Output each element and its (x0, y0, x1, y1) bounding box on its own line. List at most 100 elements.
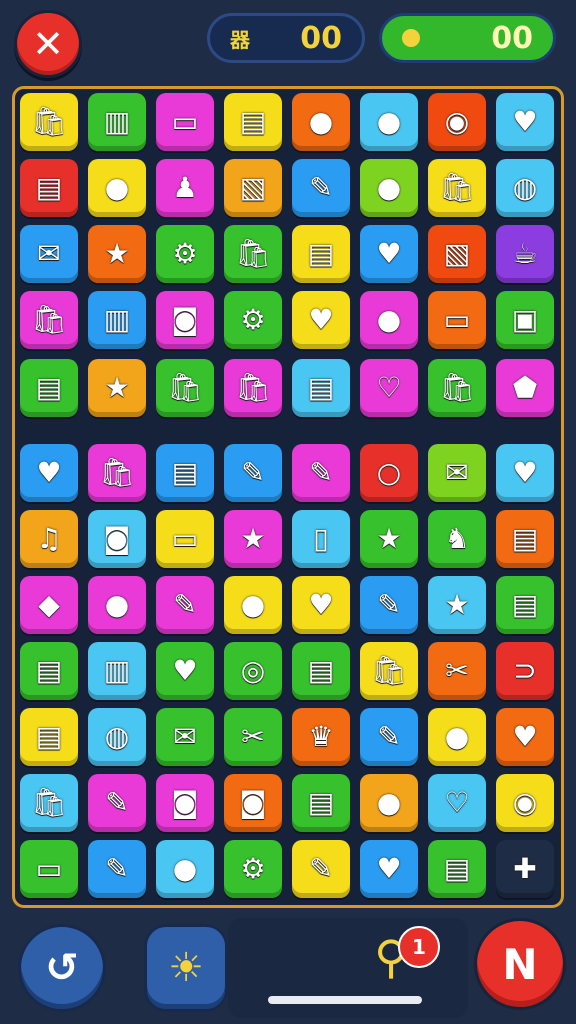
tile-0-7[interactable]: ♥ (496, 93, 554, 151)
tile-8-4[interactable]: ▤ (292, 642, 350, 700)
tile-3-6[interactable]: ▭ (428, 291, 486, 349)
tile-3-2[interactable]: ◙ (156, 291, 214, 349)
tile-0-2[interactable]: ▭ (156, 93, 214, 151)
tile-11-5[interactable]: ♥ (360, 840, 418, 898)
tile-6-1[interactable]: ◙ (88, 510, 146, 568)
tile-1-2[interactable]: ♟ (156, 159, 214, 217)
tile-2-1[interactable]: ★ (88, 225, 146, 283)
tile-3-0[interactable]: 🛍 (20, 291, 78, 349)
tile-5-4[interactable]: ✎ (292, 444, 350, 502)
tile-7-3[interactable]: ● (224, 576, 282, 634)
tile-10-7[interactable]: ◉ (496, 774, 554, 832)
tile-4-6[interactable]: 🛍 (428, 359, 486, 417)
tile-6-3[interactable]: ★ (224, 510, 282, 568)
tile-6-7[interactable]: ▤ (496, 510, 554, 568)
tile-2-2[interactable]: ⚙ (156, 225, 214, 283)
tile-2-5[interactable]: ♥ (360, 225, 418, 283)
tile-4-4[interactable]: ▤ (292, 359, 350, 417)
tile-10-1[interactable]: ✎ (88, 774, 146, 832)
tile-0-3[interactable]: ▤ (224, 93, 282, 151)
tile-10-5[interactable]: ● (360, 774, 418, 832)
tile-5-3[interactable]: ✎ (224, 444, 282, 502)
tile-6-5[interactable]: ★ (360, 510, 418, 568)
tile-7-1[interactable]: ● (88, 576, 146, 634)
tile-5-2[interactable]: ▤ (156, 444, 214, 502)
tile-5-1[interactable]: 🛍 (88, 444, 146, 502)
tile-8-1[interactable]: ▥ (88, 642, 146, 700)
tile-5-0[interactable]: ♥ (20, 444, 78, 502)
tile-9-1[interactable]: ◍ (88, 708, 146, 766)
tile-8-2[interactable]: ♥ (156, 642, 214, 700)
tile-9-0[interactable]: ▤ (20, 708, 78, 766)
tile-4-3[interactable]: 🛍 (224, 359, 282, 417)
tile-11-1[interactable]: ✎ (88, 840, 146, 898)
tile-10-0[interactable]: 🛍 (20, 774, 78, 832)
tile-9-2[interactable]: ✉ (156, 708, 214, 766)
tile-1-1[interactable]: ● (88, 159, 146, 217)
tile-3-7[interactable]: ▣ (496, 291, 554, 349)
tile-8-3[interactable]: ◎ (224, 642, 282, 700)
tile-7-2[interactable]: ✎ (156, 576, 214, 634)
tile-11-7[interactable]: ✚ (496, 840, 554, 898)
next-button[interactable]: N (474, 918, 566, 1010)
tile-1-0[interactable]: ▤ (20, 159, 78, 217)
tile-11-4[interactable]: ✎ (292, 840, 350, 898)
tile-0-5[interactable]: ● (360, 93, 418, 151)
tile-11-6[interactable]: ▤ (428, 840, 486, 898)
tile-0-0[interactable]: 🛍 (20, 93, 78, 151)
tile-2-6[interactable]: ▧ (428, 225, 486, 283)
tile-6-2[interactable]: ▭ (156, 510, 214, 568)
tile-8-6[interactable]: ✂ (428, 642, 486, 700)
tile-7-7[interactable]: ▤ (496, 576, 554, 634)
tile-2-4[interactable]: ▤ (292, 225, 350, 283)
tile-9-7[interactable]: ♥ (496, 708, 554, 766)
tile-8-0[interactable]: ▤ (20, 642, 78, 700)
tile-1-5[interactable]: ● (360, 159, 418, 217)
hint-button[interactable]: ☀ (144, 924, 228, 1012)
tile-3-3[interactable]: ⚙ (224, 291, 282, 349)
tile-11-3[interactable]: ⚙ (224, 840, 282, 898)
tile-4-2[interactable]: 🛍 (156, 359, 214, 417)
tile-10-4[interactable]: ▤ (292, 774, 350, 832)
tile-7-4[interactable]: ♥ (292, 576, 350, 634)
tile-6-0[interactable]: ♫ (20, 510, 78, 568)
tile-0-6[interactable]: ◉ (428, 93, 486, 151)
tile-1-6[interactable]: 🛍 (428, 159, 486, 217)
tile-4-0[interactable]: ▤ (20, 359, 78, 417)
tile-2-3[interactable]: 🛍 (224, 225, 282, 283)
tile-5-7[interactable]: ♥ (496, 444, 554, 502)
tile-5-5[interactable]: ○ (360, 444, 418, 502)
tile-7-5[interactable]: ✎ (360, 576, 418, 634)
tile-1-4[interactable]: ✎ (292, 159, 350, 217)
tile-11-2[interactable]: ● (156, 840, 214, 898)
tile-2-0[interactable]: ✉ (20, 225, 78, 283)
undo-button[interactable]: ↺ (18, 924, 106, 1012)
tile-3-1[interactable]: ▥ (88, 291, 146, 349)
tile-9-4[interactable]: ♛ (292, 708, 350, 766)
tile-1-7[interactable]: ◍ (496, 159, 554, 217)
tile-6-4[interactable]: ▯ (292, 510, 350, 568)
tile-7-6[interactable]: ★ (428, 576, 486, 634)
tile-10-2[interactable]: ◙ (156, 774, 214, 832)
tile-8-7[interactable]: ⊃ (496, 642, 554, 700)
tile-6-6[interactable]: ♞ (428, 510, 486, 568)
tile-4-5[interactable]: ♡ (360, 359, 418, 417)
tile-5-6[interactable]: ✉ (428, 444, 486, 502)
tile-2-7[interactable]: ☕ (496, 225, 554, 283)
tile-10-3[interactable]: ◙ (224, 774, 282, 832)
close-button[interactable]: ✕ (14, 10, 82, 78)
tile-8-5[interactable]: 🛍 (360, 642, 418, 700)
tile-0-4[interactable]: ● (292, 93, 350, 151)
tile-4-1[interactable]: ★ (88, 359, 146, 417)
tile-3-4[interactable]: ♥ (292, 291, 350, 349)
tile-0-1[interactable]: ▥ (88, 93, 146, 151)
tile-9-6[interactable]: ● (428, 708, 486, 766)
tile-1-3[interactable]: ▧ (224, 159, 282, 217)
tile-11-0[interactable]: ▭ (20, 840, 78, 898)
tile-10-6[interactable]: ♡ (428, 774, 486, 832)
tile-9-3[interactable]: ✂ (224, 708, 282, 766)
tile-9-5[interactable]: ✎ (360, 708, 418, 766)
tile-4-7[interactable]: ⬟ (496, 359, 554, 417)
tile-3-5[interactable]: ● (360, 291, 418, 349)
tile-7-0[interactable]: ◆ (20, 576, 78, 634)
